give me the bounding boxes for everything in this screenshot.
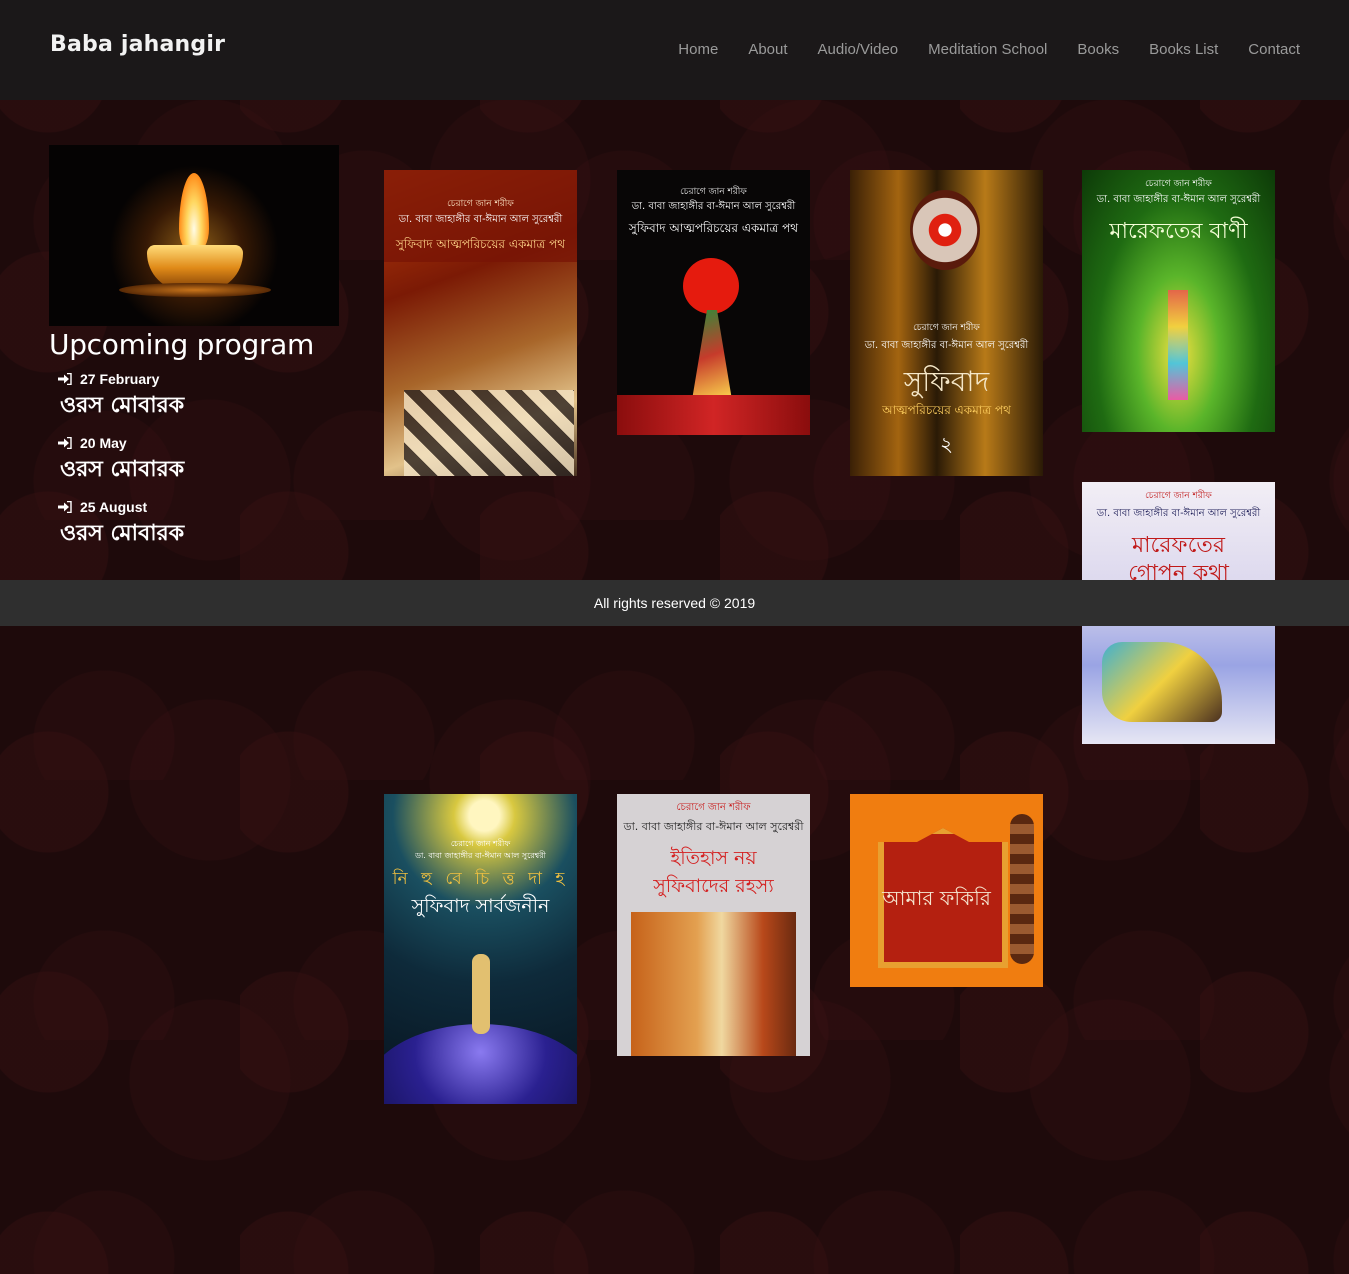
book-series-text: চেরাগে জান শরীফ [1145, 491, 1212, 501]
book-title-text: সুফিবাদ সার্বজনীন [411, 895, 550, 917]
program-item: 20 May ওরস মোবারক [58, 435, 339, 489]
program-date: 25 August [80, 499, 148, 515]
nav-books-list[interactable]: Books List [1149, 41, 1218, 58]
nav-home[interactable]: Home [678, 41, 718, 58]
program-date: 20 May [80, 435, 127, 451]
book-series-text: চেরাগে জান শরীফ [676, 802, 751, 813]
copyright-text: All rights reserved © 2019 [593, 595, 756, 611]
book-title-text: সুফিবাদ আত্মপরিচয়ের একমাত্র পথ [395, 237, 566, 251]
book-title-text: আমার ফকিরি [882, 886, 991, 910]
book-author-text: ডা. বাবা জাহাঙ্গীর বা-ঈমান আল সুরেশ্বরী [631, 201, 796, 212]
site-header: Baba jahangir Home About Audio/Video Med… [0, 0, 1349, 100]
book-title-text: ইতিহাস নয় সুফিবাদের রহস্য [653, 847, 774, 897]
program-item: 25 August ওরস মোবারক [58, 499, 339, 553]
book-cover-1[interactable]: চেরাগে জান শরীফ ডা. বাবা জাহাঙ্গীর বা-ঈম… [384, 170, 577, 476]
nav-contact[interactable]: Contact [1248, 41, 1300, 58]
book-author-text: ডা. বাবা জাহাঙ্গীর বা-ঈমান আল সুরেশ্বরী [398, 214, 563, 225]
site-logo[interactable]: Baba jahangir [50, 32, 225, 57]
upcoming-program-sidebar: Upcoming program 27 February ওরস মোবারক … [49, 145, 339, 553]
book-cover-4[interactable]: চেরাগে জান শরীফ ডা. বাবা জাহাঙ্গীর বা-ঈম… [1082, 170, 1275, 432]
main-nav: Home About Audio/Video Meditation School… [678, 41, 1300, 58]
book-title-text: সুফিবাদ [903, 365, 990, 398]
upcoming-program-title: Upcoming program [49, 328, 314, 361]
book-author-text: ডা. বাবা জাহাঙ্গীর বা-ঈমান আল সুরেশ্বরী [864, 340, 1029, 351]
nav-about[interactable]: About [748, 41, 787, 58]
book-title-text: সুফিবাদ আত্মপরিচয়ের একমাত্র পথ [628, 221, 799, 235]
candle-image [49, 145, 339, 326]
program-name: ওরস মোবারক [60, 393, 185, 418]
book-cover-3[interactable]: চেরাগে জান শরীফ ডা. বাবা জাহাঙ্গীর বা-ঈম… [850, 170, 1043, 476]
program-item: 27 February ওরস মোবারক [58, 371, 339, 425]
book-cover-6[interactable]: চেরাগে জান শরীফ ডা. বাবা জাহাঙ্গীর বা-ঈম… [384, 794, 577, 1104]
sign-in-icon [58, 501, 72, 513]
book-series-text: চেরাগে জান শরীফ [447, 199, 514, 209]
book-author-text: ডা. বাবা জাহাঙ্গীর বা-ঈমান আল সুরেশ্বরী [1096, 194, 1261, 205]
book-title-text: মারেফতের বাণী [1109, 219, 1248, 244]
book-cover-8[interactable]: আমার ফকিরি [850, 794, 1043, 987]
nav-meditation-school[interactable]: Meditation School [928, 41, 1047, 58]
book-author-text: ডা. বাবা জাহাঙ্গীর বা-ঈমান আল সুরেশ্বরী [1096, 508, 1261, 519]
book-series-text: চেরাগে জান শরীফ [1145, 179, 1212, 189]
book-cover-7[interactable]: চেরাগে জান শরীফ ডা. বাবা জাহাঙ্গীর বা-ঈম… [617, 794, 810, 1056]
book-author-text: ডা. বাবা জাহাঙ্গীর বা-ঈমান আল সুরেশ্বরী [623, 820, 804, 833]
site-footer: All rights reserved © 2019 [0, 580, 1349, 626]
program-name: ওরস মোবারক [60, 457, 185, 482]
book-cover-2[interactable]: চেরাগে জান শরীফ ডা. বাবা জাহাঙ্গীর বা-ঈম… [617, 170, 810, 435]
nav-audio-video[interactable]: Audio/Video [818, 41, 899, 58]
nav-books[interactable]: Books [1077, 41, 1119, 58]
book-series-text: চেরাগে জান শরীফ [913, 323, 980, 333]
book-series-text: চেরাগে জান শরীফ [680, 187, 747, 197]
sign-in-icon [58, 437, 72, 449]
book-author-text: ডা. বাবা জাহাঙ্গীর বা-ঈমান আল সুরেশ্বরী [415, 851, 546, 860]
sign-in-icon [58, 373, 72, 385]
program-date: 27 February [80, 371, 160, 387]
program-name: ওরস মোবারক [60, 521, 185, 546]
